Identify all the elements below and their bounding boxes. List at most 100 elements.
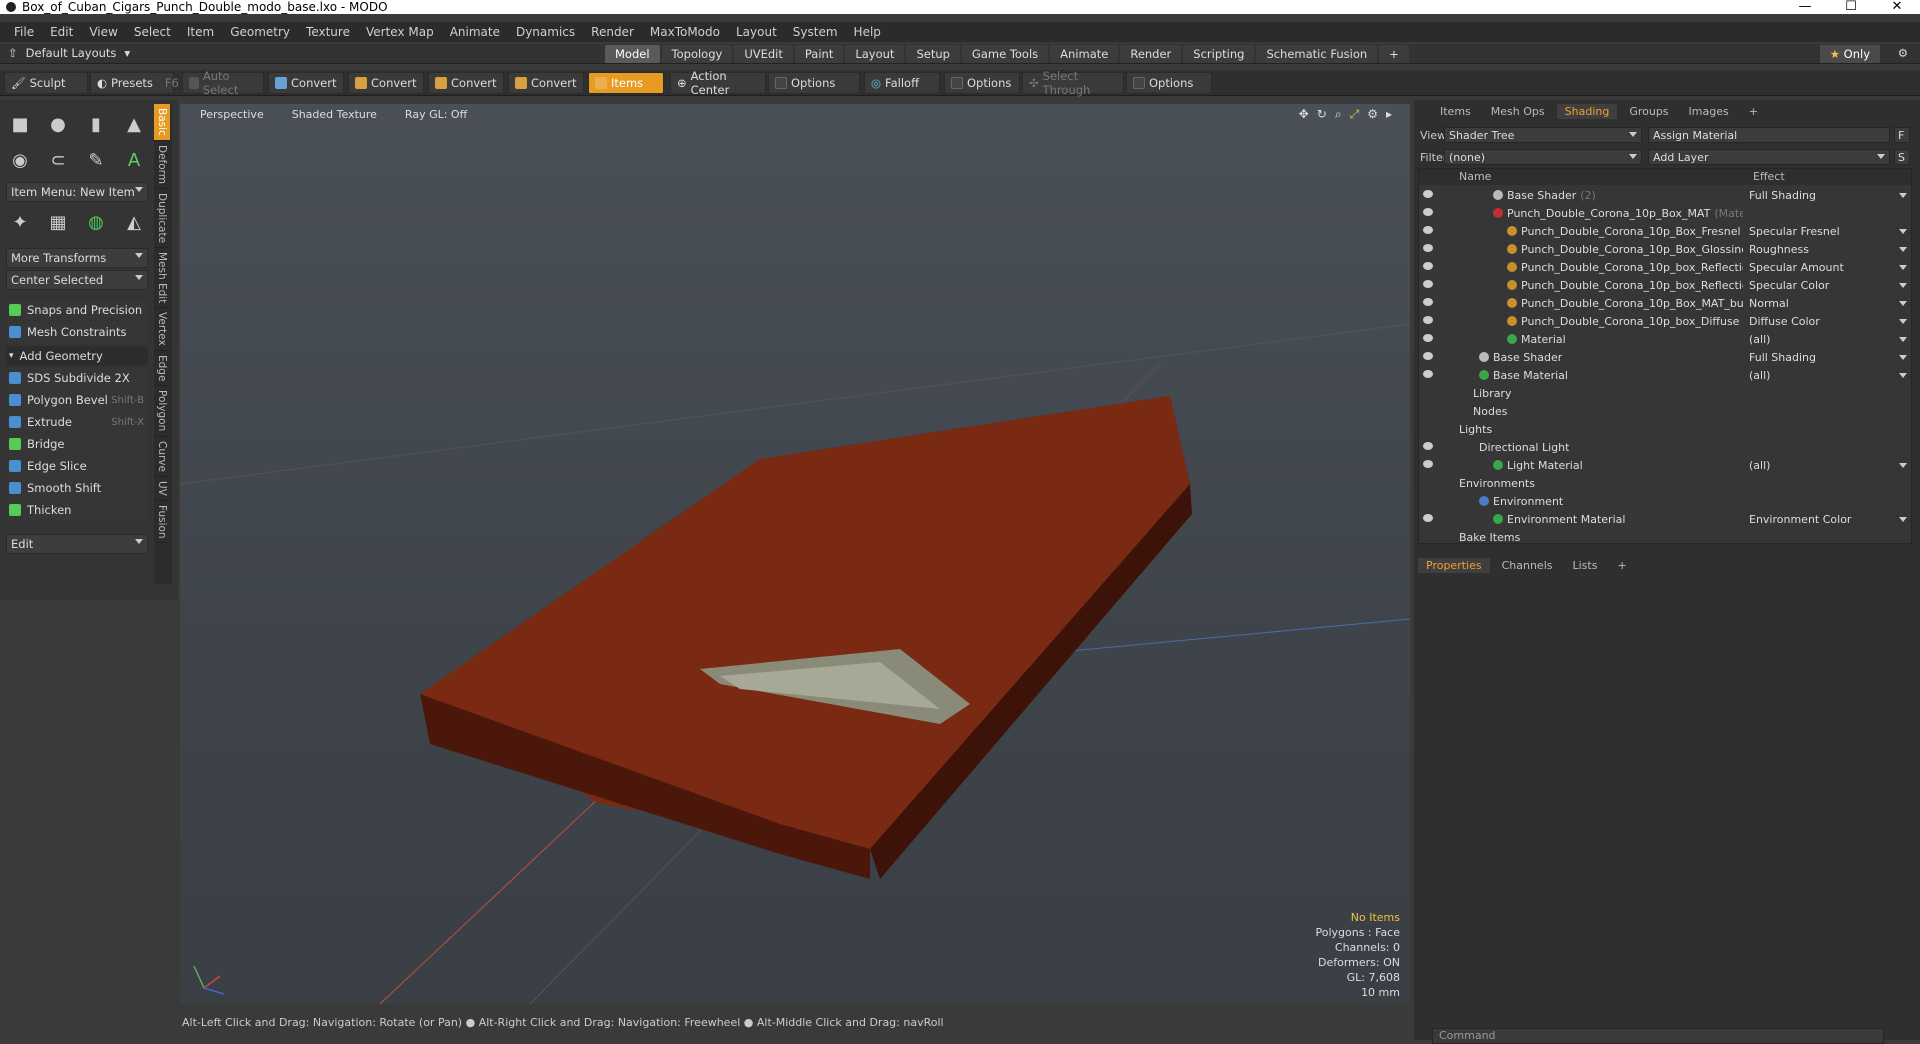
- menu-file[interactable]: File: [6, 25, 42, 39]
- visibility-eye-icon[interactable]: [1423, 514, 1433, 522]
- add-tab-button[interactable]: +: [1609, 558, 1634, 573]
- add-geometry-header[interactable]: ▾ Add Geometry: [6, 346, 148, 366]
- tree-row[interactable]: Environment: [1419, 493, 1911, 511]
- effect-dropdown[interactable]: (all): [1749, 459, 1909, 472]
- menu-animate[interactable]: Animate: [442, 25, 508, 39]
- text-tool-icon[interactable]: A: [118, 144, 150, 176]
- visibility-eye-icon[interactable]: [1423, 208, 1433, 216]
- menu-item[interactable]: Item: [179, 25, 222, 39]
- tree-row[interactable]: Nodes: [1419, 403, 1911, 421]
- fit-icon[interactable]: ⤢: [1350, 107, 1360, 122]
- visibility-eye-icon[interactable]: [1423, 226, 1433, 234]
- tree-row[interactable]: Punch_Double_Corona_10p_box_Reflection..…: [1419, 259, 1911, 277]
- tab-scripting[interactable]: Scripting: [1183, 45, 1255, 63]
- visibility-eye-icon[interactable]: [1423, 442, 1433, 450]
- perspective-icon[interactable]: ◭: [118, 206, 150, 238]
- tab-paint[interactable]: Paint: [794, 45, 844, 63]
- action-center-options-button[interactable]: Options: [768, 72, 860, 94]
- add-tab-button[interactable]: +: [1379, 45, 1409, 63]
- tree-row[interactable]: Punch_Double_Corona_10p_box_Reflection..…: [1419, 277, 1911, 295]
- tab-game-tools[interactable]: Game Tools: [961, 45, 1049, 63]
- menu-help[interactable]: Help: [846, 25, 889, 39]
- action-center-button[interactable]: ⊕ Action Center: [670, 69, 766, 97]
- visibility-eye-icon[interactable]: [1423, 190, 1433, 198]
- sidetab-deform[interactable]: Deform: [154, 141, 170, 189]
- visibility-eye-icon[interactable]: [1423, 370, 1433, 378]
- falloff-options-button[interactable]: Options: [944, 72, 1020, 94]
- tab-topology[interactable]: Topology: [661, 45, 733, 63]
- tool-sds-subdivide[interactable]: SDS Subdivide 2X: [6, 368, 148, 388]
- tool-thicken[interactable]: Thicken: [6, 500, 148, 520]
- menu-geometry[interactable]: Geometry: [222, 25, 298, 39]
- tool-smooth-shift[interactable]: Smooth Shift: [6, 478, 148, 498]
- s-button[interactable]: S: [1894, 149, 1910, 165]
- tab-schematic-fusion[interactable]: Schematic Fusion: [1256, 45, 1378, 63]
- sidetab-vertex[interactable]: Vertex: [154, 308, 170, 351]
- menu-system[interactable]: System: [785, 25, 846, 39]
- tree-row[interactable]: Environments: [1419, 475, 1911, 493]
- expand-arrow-icon[interactable]: ▸: [1386, 107, 1392, 122]
- tree-row[interactable]: Punch_Double_Corona_10p_Box_Fresnel(I...…: [1419, 223, 1911, 241]
- more-transforms-dropdown[interactable]: More Transforms: [6, 248, 148, 268]
- tab-animate[interactable]: Animate: [1050, 45, 1119, 63]
- add-layer-dropdown[interactable]: Add Layer: [1648, 149, 1890, 165]
- tree-row[interactable]: Material (all): [1419, 331, 1911, 349]
- effect-dropdown[interactable]: (all): [1749, 333, 1909, 346]
- torus-icon[interactable]: ◉: [4, 144, 36, 176]
- capsule-icon[interactable]: ⊂: [42, 144, 74, 176]
- tab-uvedit[interactable]: UVEdit: [734, 45, 793, 63]
- effect-dropdown[interactable]: (all): [1749, 369, 1909, 382]
- sidetab-curve[interactable]: Curve: [154, 437, 170, 477]
- tab-setup[interactable]: Setup: [906, 45, 960, 63]
- tree-row[interactable]: Base Material (all): [1419, 367, 1911, 385]
- menu-dynamics[interactable]: Dynamics: [508, 25, 583, 39]
- visibility-eye-icon[interactable]: [1423, 280, 1433, 288]
- column-effect[interactable]: Effect: [1753, 170, 1785, 183]
- tool-extrude[interactable]: Extrude Shift-X: [6, 412, 148, 432]
- visibility-eye-icon[interactable]: [1423, 352, 1433, 360]
- auto-select-button[interactable]: Auto Select: [182, 69, 264, 97]
- maximize-button[interactable]: ☐: [1828, 0, 1874, 14]
- tab-mesh-ops[interactable]: Mesh Ops: [1483, 104, 1553, 119]
- tab-items[interactable]: Items: [1432, 104, 1479, 119]
- menu-render[interactable]: Render: [583, 25, 642, 39]
- cube-icon[interactable]: ■: [4, 108, 36, 140]
- convert-polygons-button[interactable]: Convert: [428, 72, 504, 94]
- sculpt-button[interactable]: 🖌 Sculpt: [4, 72, 88, 94]
- sidetab-duplicate[interactable]: Duplicate: [154, 189, 170, 248]
- menu-maxtomodo[interactable]: MaxToModo: [642, 25, 728, 39]
- visibility-eye-icon[interactable]: [1423, 316, 1433, 324]
- visibility-eye-icon[interactable]: [1423, 244, 1433, 252]
- tree-row[interactable]: Directional Light: [1419, 439, 1911, 457]
- zoom-icon[interactable]: ⌕: [1335, 107, 1342, 122]
- gear-icon[interactable]: ⚙: [1367, 107, 1378, 122]
- snaps-precision-button[interactable]: Snaps and Precision: [6, 300, 148, 320]
- effect-dropdown[interactable]: Normal: [1749, 297, 1909, 310]
- only-toggle[interactable]: ★ Only: [1819, 45, 1880, 63]
- view-select[interactable]: Shader Tree: [1444, 127, 1642, 143]
- filter-select[interactable]: (none): [1444, 149, 1642, 165]
- minimize-button[interactable]: —: [1782, 0, 1828, 14]
- tree-row[interactable]: Library: [1419, 385, 1911, 403]
- visibility-eye-icon[interactable]: [1423, 334, 1433, 342]
- tab-channels[interactable]: Channels: [1494, 558, 1561, 573]
- items-mode-button[interactable]: Items: [588, 72, 664, 94]
- tab-properties[interactable]: Properties: [1418, 557, 1490, 573]
- view-type-button[interactable]: Perspective: [190, 106, 274, 122]
- pen-tool-icon[interactable]: ✎: [80, 144, 112, 176]
- effect-dropdown[interactable]: Diffuse Color: [1749, 315, 1909, 328]
- rotate-icon[interactable]: ↻: [1317, 107, 1327, 122]
- menu-texture[interactable]: Texture: [298, 25, 358, 39]
- layout-lock-icon[interactable]: ⇧: [8, 46, 18, 60]
- sphere-icon[interactable]: ●: [42, 108, 74, 140]
- column-name[interactable]: Name: [1459, 170, 1491, 183]
- cylinder-icon[interactable]: ▮: [80, 108, 112, 140]
- effect-dropdown[interactable]: Environment Color: [1749, 513, 1909, 526]
- tab-groups[interactable]: Groups: [1621, 104, 1676, 119]
- convert-vertices-button[interactable]: Convert: [268, 72, 344, 94]
- default-layouts-dropdown[interactable]: Default Layouts: [26, 46, 117, 60]
- select-through-options-button[interactable]: Options: [1126, 72, 1212, 94]
- tree-row[interactable]: Bake Items: [1419, 529, 1911, 547]
- convert-items-button[interactable]: Convert: [508, 72, 584, 94]
- sidetab-fusion[interactable]: Fusion: [154, 501, 170, 544]
